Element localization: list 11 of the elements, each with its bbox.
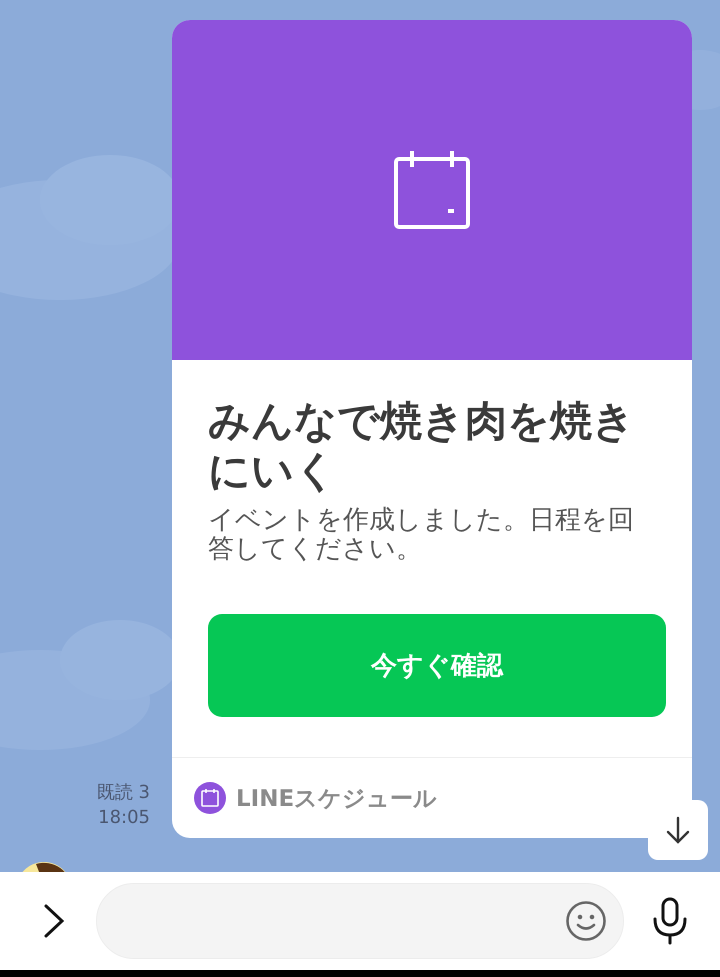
calendar-icon	[194, 782, 226, 814]
chevron-right-icon[interactable]	[42, 903, 66, 939]
event-description: イベントを作成しました。日程を回答してください。	[208, 506, 635, 564]
event-title: みんなで焼き肉を焼きにいく	[208, 396, 636, 496]
read-receipt: 既読 3	[96, 781, 150, 805]
microphone-icon[interactable]	[652, 897, 688, 945]
smiley-icon[interactable]	[565, 900, 607, 942]
confirm-button[interactable]: 今すぐ確認	[208, 614, 666, 717]
calendar-icon	[392, 149, 472, 231]
message-time: 18:05	[98, 806, 150, 830]
service-name: LINEスケジュール	[236, 784, 438, 814]
